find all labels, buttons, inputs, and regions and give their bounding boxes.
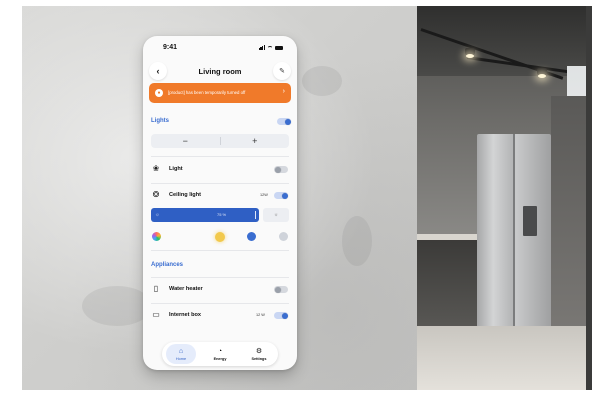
gear-icon: ⚙ bbox=[255, 347, 263, 355]
brightness-stepper: − + bbox=[151, 134, 289, 148]
phone-screen: 9:41 ‹ Living room ✎ ● [product] has bee… bbox=[143, 36, 297, 370]
dimmer-value: 75 % bbox=[217, 212, 227, 217]
pencil-icon: ✎ bbox=[279, 68, 285, 75]
tab-energy-label: Energy bbox=[213, 356, 227, 361]
appliances-section-title: Appliances bbox=[151, 262, 184, 268]
water-heater-icon: ▯ bbox=[153, 284, 159, 293]
internet-box-toggle[interactable] bbox=[274, 312, 288, 319]
internet-box-label: Internet box bbox=[169, 312, 202, 318]
water-heater-label: Water heater bbox=[169, 286, 203, 292]
bulb-icon: ❀ bbox=[152, 164, 160, 173]
chevron-right-icon: › bbox=[282, 88, 285, 95]
kitchen-background bbox=[417, 6, 591, 390]
sun-low-icon: ☼ bbox=[155, 211, 160, 218]
ceiling-lamp bbox=[537, 68, 547, 78]
color-swatch-add[interactable] bbox=[279, 232, 288, 241]
bulb-icon: ❂ bbox=[152, 190, 160, 199]
tab-settings-label: Settings bbox=[251, 356, 267, 361]
alert-banner[interactable]: ● [product] has been temporarily turned … bbox=[149, 83, 291, 103]
alert-text: [product] has been temporarily turned of… bbox=[168, 90, 246, 96]
tab-energy[interactable]: ◔ Energy bbox=[205, 344, 235, 364]
status-time: 9:41 bbox=[163, 44, 178, 51]
ceiling-lamp bbox=[465, 48, 475, 58]
light-label: Light bbox=[169, 166, 183, 172]
list-item-ceiling-light[interactable]: ❂ Ceiling light 12W bbox=[143, 184, 297, 208]
bottom-tab-bar: ⌂ Home ◔ Energy ⚙ Settings bbox=[162, 342, 278, 366]
slider-handle[interactable] bbox=[254, 211, 256, 219]
list-item-internet-box[interactable]: ▭ Internet box 12 W bbox=[143, 304, 297, 328]
color-wheel-icon[interactable] bbox=[152, 232, 161, 241]
tab-home-label: Home bbox=[175, 356, 187, 361]
ceiling-light-toggle[interactable] bbox=[274, 192, 288, 199]
lights-master-toggle[interactable] bbox=[277, 118, 291, 125]
router-icon: ▭ bbox=[152, 310, 160, 319]
decrease-button[interactable]: − bbox=[151, 134, 220, 148]
color-swatch-blue[interactable] bbox=[247, 232, 256, 241]
water-heater-toggle[interactable] bbox=[274, 286, 288, 293]
increase-button[interactable]: + bbox=[221, 134, 290, 148]
dimmer-slider[interactable]: ☼ 75 % bbox=[151, 208, 259, 222]
light-toggle[interactable] bbox=[274, 166, 288, 173]
wifi-icon bbox=[267, 45, 273, 50]
ceiling-light-label: Ceiling light bbox=[169, 192, 202, 198]
internet-box-power: 12 W bbox=[256, 313, 265, 317]
home-icon: ⌂ bbox=[178, 347, 184, 355]
ceiling-light-power: 12W bbox=[260, 193, 268, 197]
battery-icon bbox=[275, 45, 283, 50]
tab-home[interactable]: ⌂ Home bbox=[166, 344, 196, 364]
gauge-icon: ◔ bbox=[217, 347, 223, 355]
photo-scene: 9:41 ‹ Living room ✎ ● [product] has bee… bbox=[0, 0, 598, 397]
header: ‹ Living room ✎ bbox=[143, 62, 297, 84]
list-item-light[interactable]: ❀ Light bbox=[143, 158, 297, 182]
edit-button[interactable]: ✎ bbox=[273, 62, 291, 80]
lights-section-title: Lights bbox=[151, 118, 169, 124]
sun-high-icon[interactable]: ☼ bbox=[263, 208, 289, 222]
signal-icon bbox=[258, 45, 265, 50]
list-item-water-heater[interactable]: ▯ Water heater bbox=[143, 278, 297, 302]
alert-icon: ● bbox=[155, 89, 163, 97]
refrigerator bbox=[477, 134, 551, 334]
tab-settings[interactable]: ⚙ Settings bbox=[244, 344, 274, 364]
status-bar: 9:41 bbox=[143, 36, 297, 56]
color-swatch-warm[interactable] bbox=[215, 232, 225, 242]
